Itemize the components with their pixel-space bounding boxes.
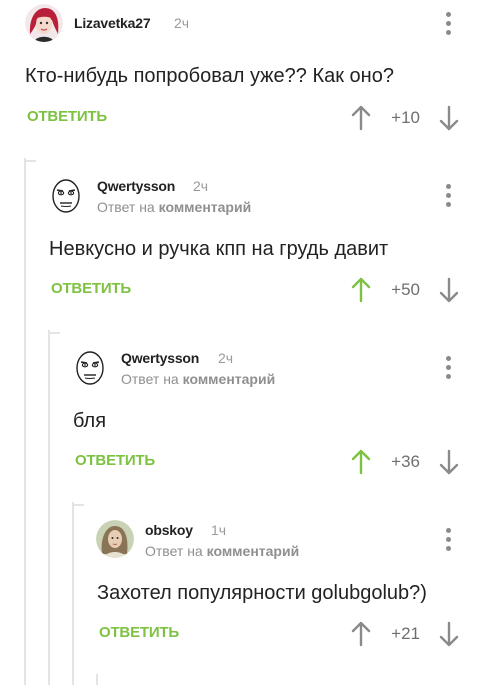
author-name[interactable]: Lizavetka27 <box>74 15 151 31</box>
more-vertical-icon[interactable] <box>446 184 452 208</box>
avatar-photo-girl-icon <box>96 520 134 558</box>
arrow-down-icon[interactable] <box>438 277 460 303</box>
thread-branch-level-3 <box>72 504 84 506</box>
avatar[interactable] <box>25 4 63 42</box>
thread-line-level-1 <box>24 158 26 685</box>
avatar[interactable] <box>96 520 134 558</box>
arrow-up-icon[interactable] <box>350 277 372 303</box>
arrow-down-icon[interactable] <box>438 621 460 647</box>
thread-branch-level-1 <box>24 160 36 162</box>
reply-to-link[interactable]: комментарий <box>159 199 252 215</box>
thread-line-level-4 <box>96 674 98 685</box>
reply-to-label: Ответ на комментарий <box>97 199 251 215</box>
author-name[interactable]: Qwertysson <box>97 178 175 194</box>
thread-line-level-2 <box>48 330 50 685</box>
author-name[interactable]: Qwertysson <box>121 350 199 366</box>
comment-text: Кто-нибудь попробовал уже?? Как оно? <box>25 65 394 87</box>
rating-score: +21 <box>391 624 420 643</box>
reply-button[interactable]: ОТВЕТИТЬ <box>51 280 131 297</box>
arrow-up-icon[interactable] <box>350 621 372 647</box>
comment-text: бля <box>73 410 107 432</box>
avatar-photo-redhead-icon <box>25 4 63 42</box>
arrow-down-icon[interactable] <box>438 449 460 475</box>
more-vertical-icon[interactable] <box>446 12 452 36</box>
rating-score: +36 <box>391 452 420 471</box>
avatar[interactable] <box>72 348 110 386</box>
reply-to-link[interactable]: комментарий <box>183 371 276 387</box>
avatar-meme-face-icon <box>52 179 80 213</box>
avatar[interactable] <box>48 176 86 214</box>
thread-branch-level-2 <box>48 332 60 334</box>
reply-to-prefix: Ответ на <box>97 199 155 215</box>
timestamp: 2ч <box>193 178 209 194</box>
comment-text: Невкусно и ручка кпп на грудь давит <box>49 238 389 260</box>
reply-to-link[interactable]: комментарий <box>207 543 300 559</box>
timestamp: 1ч <box>211 522 227 538</box>
timestamp: 2ч <box>174 15 190 31</box>
reply-to-label: Ответ на комментарий <box>145 543 299 559</box>
avatar-meme-face-icon <box>76 351 104 385</box>
arrow-up-icon[interactable] <box>350 105 372 131</box>
reply-button[interactable]: ОТВЕТИТЬ <box>27 108 107 125</box>
more-vertical-icon[interactable] <box>446 356 452 380</box>
reply-to-prefix: Ответ на <box>121 371 179 387</box>
thread-line-level-3 <box>72 502 74 685</box>
arrow-down-icon[interactable] <box>438 105 460 131</box>
rating-score: +50 <box>391 280 420 299</box>
rating-score: +10 <box>391 108 420 127</box>
more-vertical-icon[interactable] <box>446 528 452 552</box>
timestamp: 2ч <box>218 350 234 366</box>
comment-text: Захотел популярности golubgolub?) <box>97 582 427 604</box>
reply-to-label: Ответ на комментарий <box>121 371 275 387</box>
reply-to-prefix: Ответ на <box>145 543 203 559</box>
author-name[interactable]: obskoy <box>145 522 193 538</box>
arrow-up-icon[interactable] <box>350 449 372 475</box>
reply-button[interactable]: ОТВЕТИТЬ <box>99 624 179 641</box>
reply-button[interactable]: ОТВЕТИТЬ <box>75 452 155 469</box>
